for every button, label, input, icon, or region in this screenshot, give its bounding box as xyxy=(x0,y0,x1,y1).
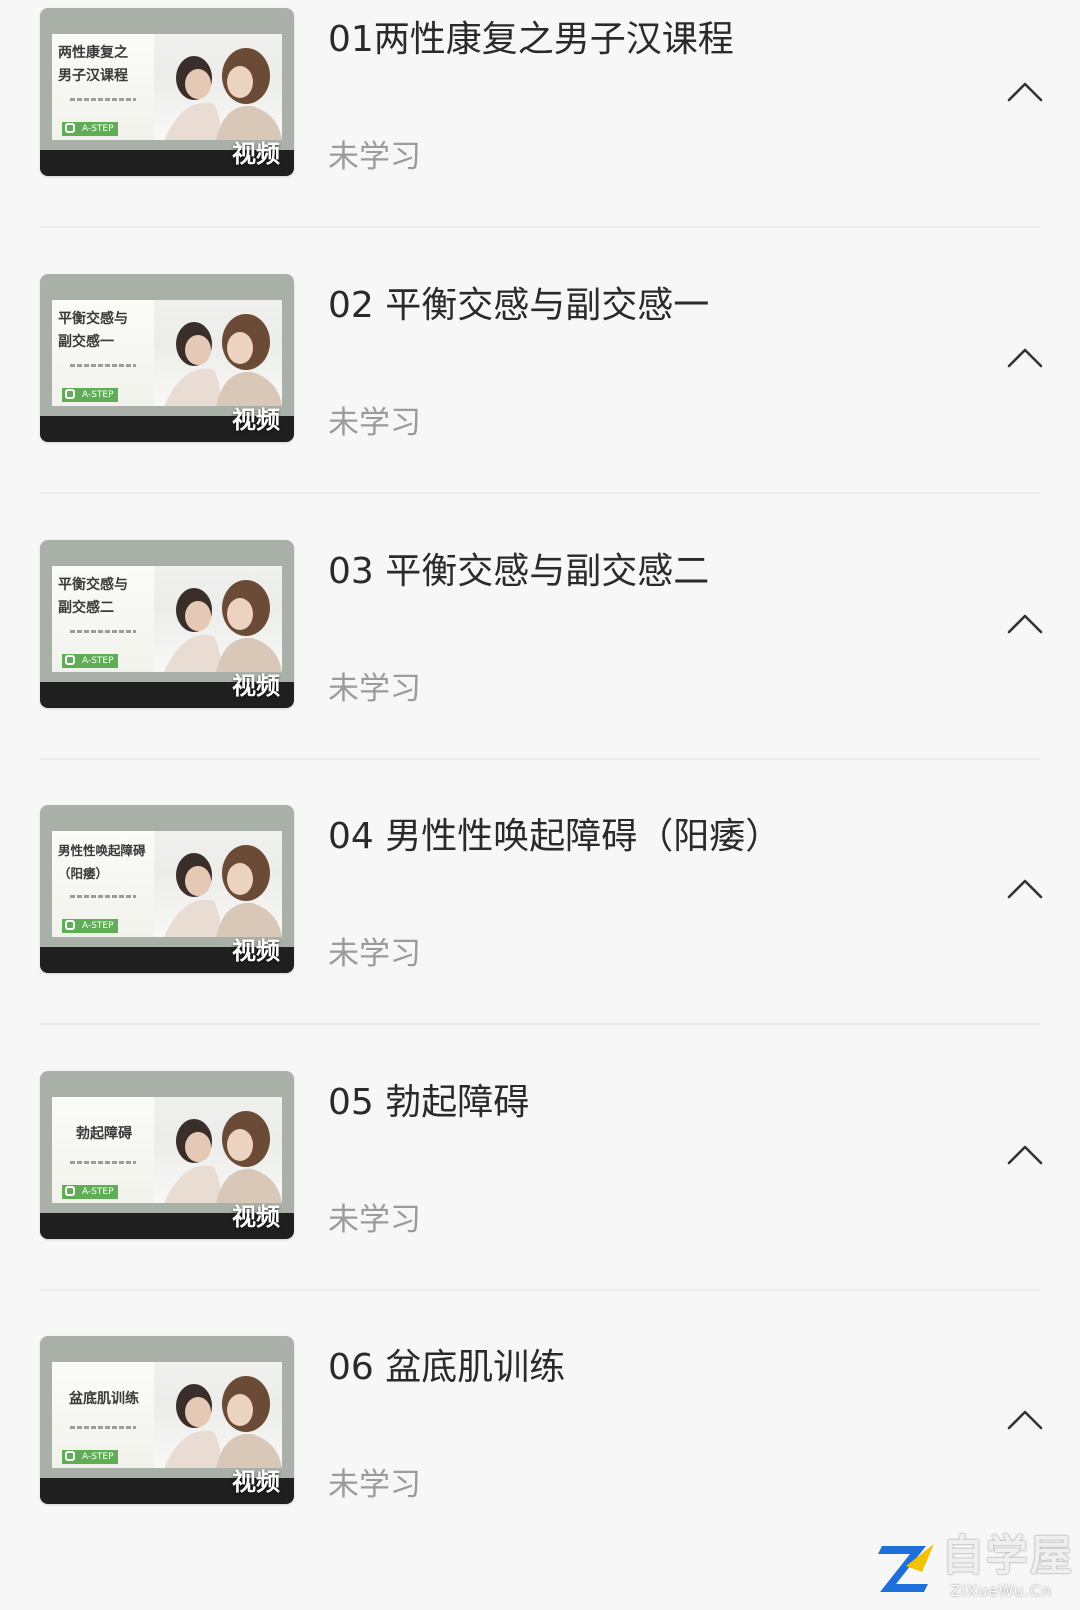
brand-mark-icon xyxy=(65,1451,75,1461)
study-status: 未学习 xyxy=(328,1202,421,1238)
divider xyxy=(40,758,1040,760)
couple-photo xyxy=(154,831,282,937)
course-item[interactable]: 平衡交感与 副交感一 A-STEP 视频 02 平衡交感与副交感一 未学习 xyxy=(0,266,1080,538)
course-thumbnail[interactable]: 两性康复之 男子汉课程 A-STEP 视频 xyxy=(40,8,294,176)
video-badge: 视频 xyxy=(232,937,280,965)
course-thumbnail[interactable]: 盆底肌训练 A-STEP 视频 xyxy=(40,1336,294,1504)
thumbnail-title: 两性康复之 男子汉课程 xyxy=(58,45,128,84)
thumbnail-subtitle-line xyxy=(70,895,136,898)
couple-photo xyxy=(154,300,282,406)
brand-logo: A-STEP xyxy=(62,388,118,402)
study-status: 未学习 xyxy=(328,1467,421,1503)
couple-photo xyxy=(154,566,282,672)
thumbnail-subtitle-line xyxy=(70,364,136,367)
video-badge: 视频 xyxy=(232,140,280,168)
study-status: 未学习 xyxy=(328,671,421,707)
chevron-up-icon[interactable] xyxy=(1005,610,1045,638)
course-title[interactable]: 04 男性性唤起障碍（阳痿） xyxy=(328,815,781,859)
course-thumbnail[interactable]: 平衡交感与 副交感一 A-STEP 视频 xyxy=(40,274,294,442)
video-badge: 视频 xyxy=(232,406,280,434)
study-status: 未学习 xyxy=(328,139,421,175)
thumbnail-cover: 两性康复之 男子汉课程 A-STEP xyxy=(52,34,282,140)
thumbnail-cover: 男性性唤起障碍 （阳痿） A-STEP xyxy=(52,831,282,937)
thumbnail-title: 勃起障碍 xyxy=(76,1126,132,1142)
couple-photo xyxy=(154,1362,282,1468)
brand-logo: A-STEP xyxy=(62,1450,118,1464)
couple-photo xyxy=(154,34,282,140)
brand-logo: A-STEP xyxy=(62,919,118,933)
thumbnail-subtitle-line xyxy=(70,630,136,633)
course-thumbnail[interactable]: 勃起障碍 A-STEP 视频 xyxy=(40,1071,294,1239)
thumbnail-title: 平衡交感与 副交感二 xyxy=(58,577,128,616)
chevron-up-icon[interactable] xyxy=(1005,1406,1045,1434)
video-badge: 视频 xyxy=(232,1468,280,1496)
thumbnail-subtitle-line xyxy=(70,98,136,101)
course-thumbnail[interactable]: 男性性唤起障碍 （阳痿） A-STEP 视频 xyxy=(40,805,294,973)
thumbnail-subtitle-line xyxy=(70,1426,136,1429)
thumbnail-cover: 平衡交感与 副交感一 A-STEP xyxy=(52,300,282,406)
chevron-up-icon[interactable] xyxy=(1005,875,1045,903)
brand-logo: A-STEP xyxy=(62,654,118,668)
divider xyxy=(40,226,1040,228)
chevron-up-icon[interactable] xyxy=(1005,78,1045,106)
course-item[interactable]: 男性性唤起障碍 （阳痿） A-STEP 视频 04 男性性唤起障碍（阳痿） 未学… xyxy=(0,797,1080,1069)
thumbnail-cover: 盆底肌训练 A-STEP xyxy=(52,1362,282,1468)
watermark-url: ZiXueWu.Cn xyxy=(950,1582,1053,1600)
thumbnail-title: 男性性唤起障碍 （阳痿） xyxy=(58,843,146,881)
study-status: 未学习 xyxy=(328,405,421,441)
study-status: 未学习 xyxy=(328,936,421,972)
divider xyxy=(40,492,1040,494)
divider xyxy=(40,1289,1040,1291)
course-item[interactable]: 平衡交感与 副交感二 A-STEP 视频 03 平衡交感与副交感二 未学习 xyxy=(0,532,1080,804)
course-title[interactable]: 06 盆底肌训练 xyxy=(328,1346,565,1390)
watermark-text: 自学屋 xyxy=(942,1531,1075,1580)
course-title[interactable]: 05 勃起障碍 xyxy=(328,1081,529,1125)
course-title[interactable]: 03 平衡交感与副交感二 xyxy=(328,550,709,594)
brand-mark-icon xyxy=(65,123,75,133)
brand-logo: A-STEP xyxy=(62,1185,118,1199)
chevron-up-icon[interactable] xyxy=(1005,344,1045,372)
watermark: 自学屋 ZiXueWu.Cn xyxy=(876,1530,1076,1610)
brand-mark-icon xyxy=(65,920,75,930)
course-thumbnail[interactable]: 平衡交感与 副交感二 A-STEP 视频 xyxy=(40,540,294,708)
thumbnail-title: 平衡交感与 副交感一 xyxy=(58,311,128,350)
zixuewu-logo-icon xyxy=(878,1544,934,1592)
brand-mark-icon xyxy=(65,389,75,399)
course-title[interactable]: 02 平衡交感与副交感一 xyxy=(328,284,709,328)
course-item[interactable]: 两性康复之 男子汉课程 A-STEP 视频 01两性康复之男子汉课程 未学习 xyxy=(0,0,1080,272)
couple-photo xyxy=(154,1097,282,1203)
course-title[interactable]: 01两性康复之男子汉课程 xyxy=(328,18,734,62)
thumbnail-cover: 勃起障碍 A-STEP xyxy=(52,1097,282,1203)
brand-logo: A-STEP xyxy=(62,122,118,136)
chevron-up-icon[interactable] xyxy=(1005,1141,1045,1169)
brand-mark-icon xyxy=(65,1186,75,1196)
video-badge: 视频 xyxy=(232,1203,280,1231)
brand-mark-icon xyxy=(65,655,75,665)
divider xyxy=(40,1023,1040,1025)
thumbnail-title: 盆底肌训练 xyxy=(69,1391,139,1407)
thumbnail-subtitle-line xyxy=(70,1161,136,1164)
thumbnail-cover: 平衡交感与 副交感二 A-STEP xyxy=(52,566,282,672)
video-badge: 视频 xyxy=(232,672,280,700)
course-item[interactable]: 勃起障碍 A-STEP 视频 05 勃起障碍 未学习 xyxy=(0,1063,1080,1335)
